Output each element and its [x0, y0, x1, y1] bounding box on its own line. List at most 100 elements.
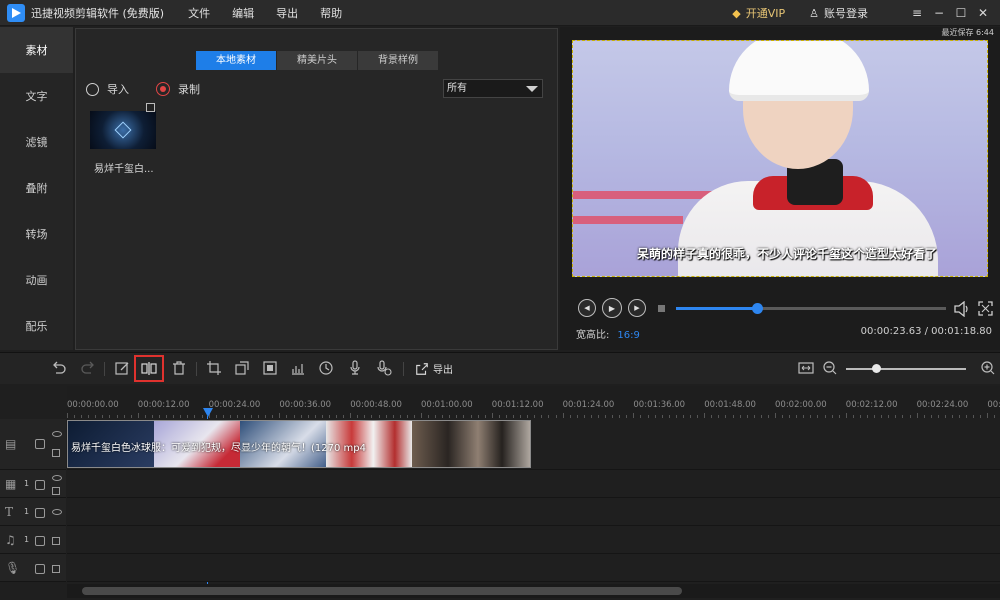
zoom-crop-icon[interactable]: [234, 360, 250, 376]
sidebar-item-transition[interactable]: 转场: [0, 211, 73, 257]
duration-clock-icon[interactable]: [318, 360, 334, 376]
maximize-icon[interactable]: ☐: [950, 6, 972, 20]
ruler-tick: [562, 413, 564, 418]
rink-stripe: [573, 216, 683, 224]
sidebar-item-overlay[interactable]: 叠附: [0, 165, 73, 211]
menu-file[interactable]: 文件: [188, 5, 210, 21]
ruler-tick: [81, 415, 83, 418]
minimize-icon[interactable]: −: [928, 6, 950, 20]
import-button[interactable]: 导入: [86, 81, 129, 97]
ruler-tick: [484, 415, 486, 418]
media-add-badge-icon[interactable]: [146, 103, 155, 112]
media-thumbnail[interactable]: [90, 111, 156, 149]
export-button[interactable]: 导出: [415, 361, 453, 376]
split-icon[interactable]: [141, 360, 157, 376]
speaker-icon[interactable]: [52, 565, 60, 573]
ruler-tick: [215, 415, 217, 418]
progress-knob[interactable]: [752, 303, 763, 314]
close-icon[interactable]: ✕: [972, 6, 994, 20]
sidebar-item-media[interactable]: 素材: [0, 27, 73, 73]
sidebar-item-animation[interactable]: 动画: [0, 257, 73, 303]
fit-timeline-icon[interactable]: [798, 360, 814, 376]
ratio-value[interactable]: 16:9: [617, 330, 639, 341]
fullscreen-icon[interactable]: [978, 301, 993, 316]
mosaic-icon[interactable]: [262, 360, 278, 376]
tab-backgrounds[interactable]: 背景样例: [358, 51, 438, 70]
stop-icon[interactable]: [652, 299, 670, 317]
timeline-zoom-slider[interactable]: [846, 368, 966, 370]
ruler-tick-label: 00:00:48.00: [350, 400, 402, 410]
sidebar-item-filter[interactable]: 滤镜: [0, 119, 73, 165]
video-clip[interactable]: 易烊千玺白色冰球服：可爱到犯规，尽显少年的朝气！(1270 mp4: [67, 420, 531, 468]
redo-icon[interactable]: [80, 360, 96, 376]
vip-gem-icon: ◆: [732, 6, 741, 20]
ruler-tick: [144, 415, 146, 418]
playhead-marker[interactable]: [203, 408, 213, 417]
sidebar-item-music[interactable]: 配乐: [0, 303, 73, 349]
lock-icon[interactable]: [35, 480, 45, 490]
ruler-tick: [328, 415, 330, 418]
video-track-icon: ▤: [5, 437, 17, 451]
track-header-main-video: ▤: [0, 419, 66, 470]
prev-frame-icon[interactable]: ◀: [578, 299, 596, 317]
delete-icon[interactable]: [171, 360, 187, 376]
ruler-tick: [470, 415, 472, 418]
track-number: 1: [24, 479, 30, 488]
text-lane[interactable]: [67, 498, 1000, 526]
timeline-horizontal-scrollbar[interactable]: [67, 584, 1000, 598]
voice-lane[interactable]: [67, 554, 1000, 582]
next-frame-icon[interactable]: ▶: [628, 299, 646, 317]
ruler-tick-label: 00:00:24.00: [208, 400, 261, 410]
playback-progress-bar[interactable]: [676, 303, 946, 314]
speaker-icon[interactable]: [52, 487, 60, 495]
lock-icon[interactable]: [35, 536, 45, 546]
menu-export[interactable]: 导出: [276, 5, 298, 21]
audio-level-icon[interactable]: [290, 360, 306, 376]
speaker-icon[interactable]: [52, 449, 60, 457]
eye-icon[interactable]: [52, 431, 62, 437]
zoom-in-icon[interactable]: [980, 360, 996, 376]
microphone-icon[interactable]: [347, 360, 363, 376]
edit-icon[interactable]: [114, 360, 130, 376]
menu-edit[interactable]: 编辑: [232, 5, 254, 21]
ruler-tick-label: 00:01:12.00: [491, 400, 544, 410]
login-button[interactable]: ♙ 账号登录: [809, 5, 868, 21]
clip-frame: [412, 421, 530, 467]
ruler-tick: [633, 413, 635, 418]
ruler-tick: [909, 415, 911, 418]
menu-help[interactable]: 帮助: [320, 5, 342, 21]
overlay-lane[interactable]: [67, 470, 1000, 498]
tab-intros[interactable]: 精美片头: [277, 51, 357, 70]
music-lane[interactable]: [67, 526, 1000, 554]
ruler-tick: [534, 415, 536, 418]
media-filter-select[interactable]: 所有: [443, 79, 543, 98]
vip-button[interactable]: ◆ 开通VIP: [732, 5, 785, 21]
voice-change-icon[interactable]: [376, 360, 392, 376]
eye-icon[interactable]: [52, 475, 62, 481]
scrollbar-thumb[interactable]: [82, 587, 682, 595]
video-preview[interactable]: 呆萌的样子真的很乖，不少人评论千玺这个造型太好看了: [572, 40, 988, 277]
ruler-tick: [371, 415, 373, 418]
lock-icon[interactable]: [35, 564, 45, 574]
ruler-tick: [300, 415, 302, 418]
zoom-out-icon[interactable]: [822, 360, 838, 376]
ruler-tick: [753, 415, 755, 418]
play-icon[interactable]: ▶: [602, 298, 622, 318]
eye-icon[interactable]: [52, 509, 62, 515]
ruler-tick: [307, 415, 309, 418]
zoom-slider-knob[interactable]: [872, 364, 881, 373]
lock-icon[interactable]: [35, 439, 45, 449]
ruler-tick: [789, 415, 791, 418]
speaker-icon[interactable]: [52, 537, 60, 545]
lock-icon[interactable]: [35, 508, 45, 518]
sidebar-item-text[interactable]: 文字: [0, 73, 73, 119]
undo-icon[interactable]: [51, 360, 67, 376]
tab-local-media[interactable]: 本地素材: [196, 51, 276, 70]
menu-lines-icon[interactable]: ≡: [906, 6, 928, 20]
ruler-tick: [385, 415, 387, 418]
volume-icon[interactable]: [953, 301, 971, 317]
login-label: 账号登录: [824, 7, 868, 20]
record-button[interactable]: 录制: [156, 81, 200, 97]
ruler-tick: [810, 415, 812, 418]
crop-icon[interactable]: [206, 360, 222, 376]
